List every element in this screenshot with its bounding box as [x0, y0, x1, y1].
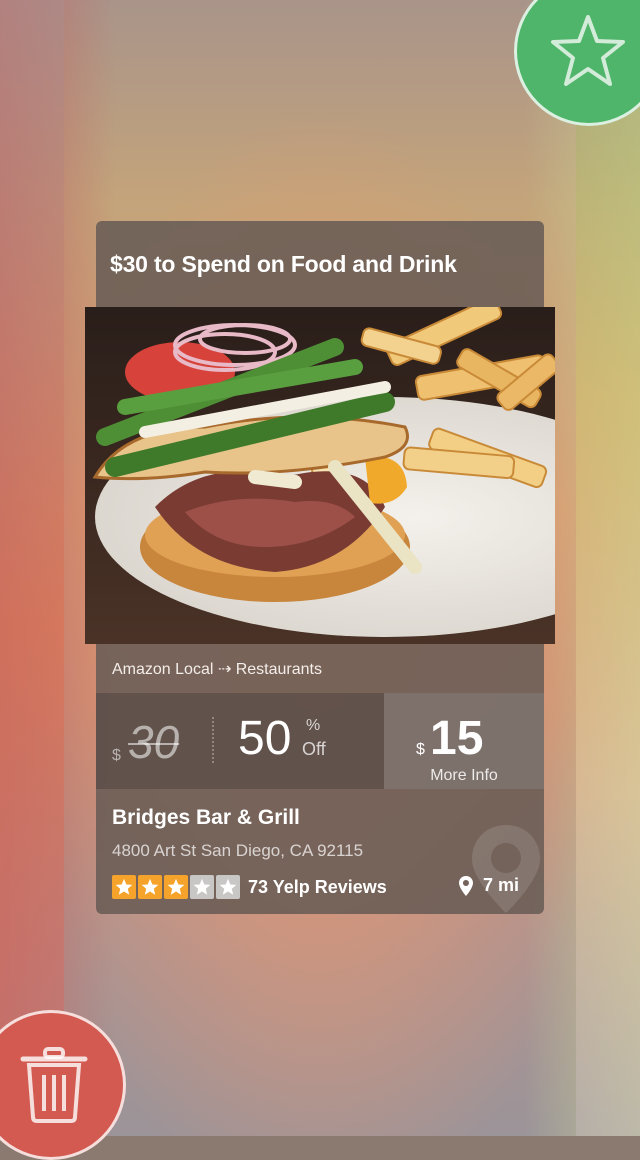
- distance: 7 mi: [459, 875, 519, 896]
- price-band: $ 30 50 % Off $ 15 More Info: [96, 693, 544, 789]
- star-icon: [551, 15, 625, 86]
- off-label: Off: [302, 739, 326, 759]
- currency-symbol: $: [416, 741, 425, 758]
- star-icon: [138, 875, 162, 899]
- more-info-label: More Info: [430, 767, 498, 784]
- star-icon: [216, 875, 240, 899]
- map-pin-watermark-icon: [472, 825, 540, 913]
- currency-symbol: $: [112, 747, 121, 764]
- deal-title: $30 to Spend on Food and Drink: [110, 251, 457, 277]
- deal-image: [85, 307, 555, 644]
- current-price: 15: [430, 712, 484, 765]
- star-icon: [112, 875, 136, 899]
- map-pin-icon: [459, 875, 473, 896]
- breadcrumb[interactable]: Amazon Local ⇢ Restaurants: [112, 659, 322, 679]
- percent-symbol: %: [306, 717, 321, 734]
- trash-icon: [20, 1047, 88, 1123]
- distance-value: 7 mi: [483, 875, 520, 895]
- star-icon: [190, 875, 214, 899]
- next-card-edge: [576, 0, 640, 1136]
- original-price-value: 30: [128, 716, 180, 768]
- price-divider: [212, 717, 214, 763]
- yelp-reviews-link[interactable]: 73 Yelp Reviews: [248, 877, 387, 898]
- previous-card-edge: [0, 0, 64, 1136]
- rating-stars: [112, 875, 240, 899]
- business-address: 4800 Art St San Diego, CA 92115: [112, 841, 364, 860]
- star-icon: [164, 875, 188, 899]
- discount: 50 % Off: [238, 711, 326, 766]
- business-name: Bridges Bar & Grill: [112, 806, 300, 829]
- more-info-button[interactable]: $ 15 More Info: [384, 693, 544, 789]
- discount-value: 50: [238, 712, 292, 765]
